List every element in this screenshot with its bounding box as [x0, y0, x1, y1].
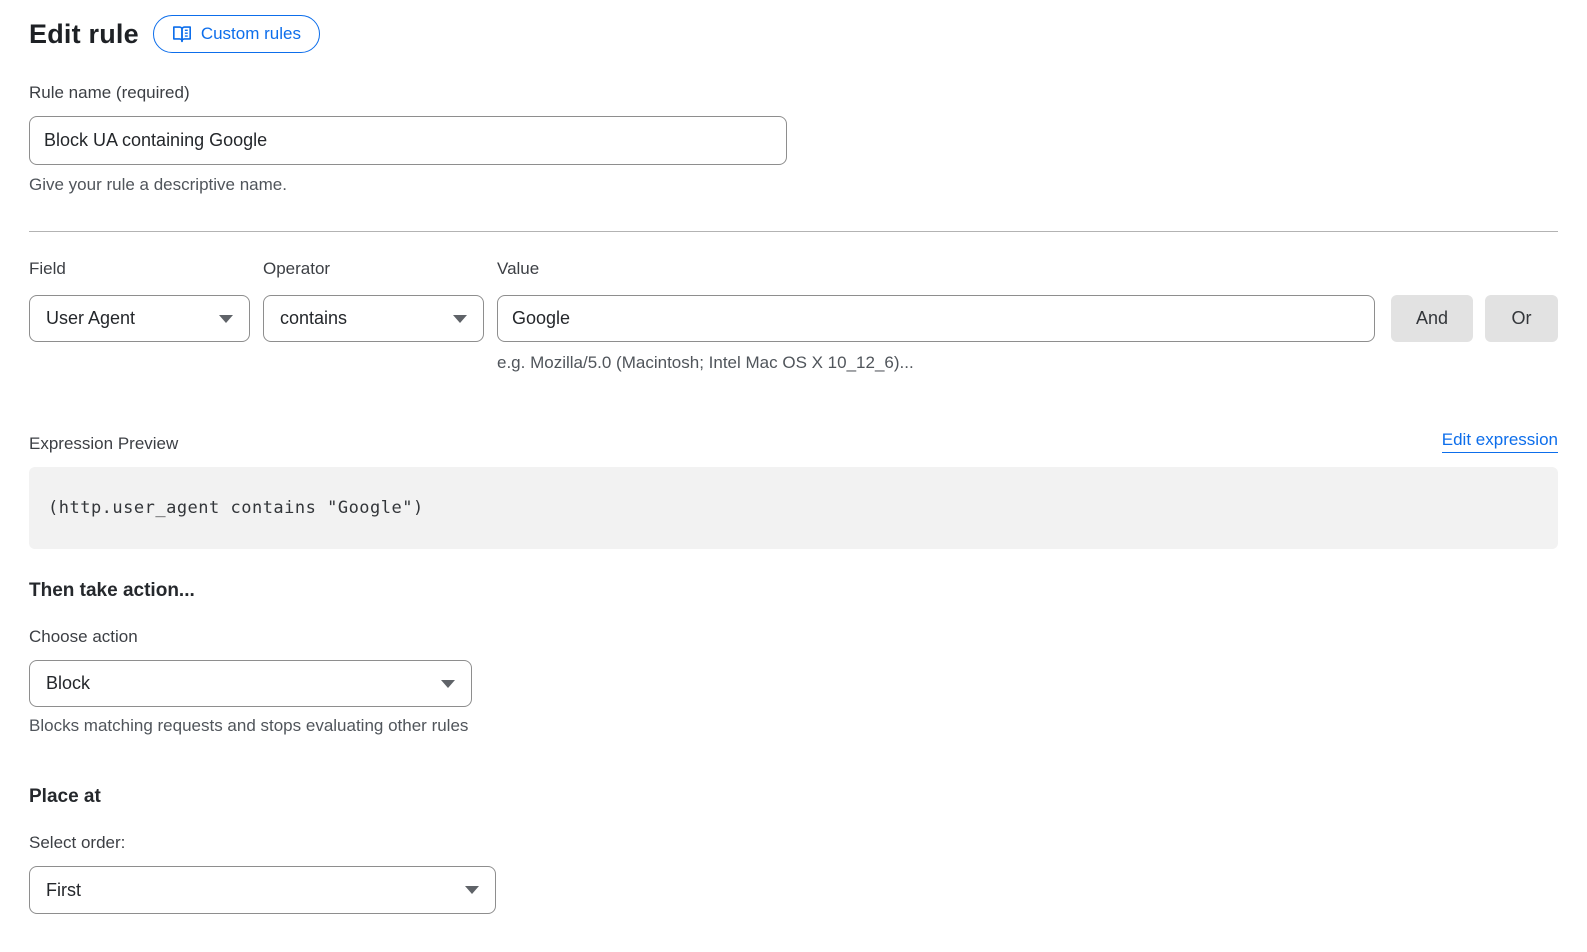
value-label: Value: [497, 259, 1375, 278]
action-help: Blocks matching requests and stops evalu…: [29, 716, 1558, 736]
action-select-value: Block: [46, 673, 90, 694]
expression-preview-header: Expression Preview Edit expression: [29, 430, 1558, 453]
chevron-down-icon: [219, 315, 233, 323]
custom-rules-badge[interactable]: Custom rules: [153, 15, 320, 53]
and-button[interactable]: And: [1391, 295, 1473, 342]
page-title: Edit rule: [29, 19, 139, 50]
field-label: Field: [29, 259, 250, 278]
custom-rules-badge-label: Custom rules: [201, 24, 301, 44]
edit-rule-page: Edit rule Custom rules Rule name (requir…: [0, 0, 1587, 952]
or-button[interactable]: Or: [1485, 295, 1558, 342]
expression-preview-code-block: (http.user_agent contains "Google"): [29, 467, 1558, 549]
field-select[interactable]: User Agent: [29, 295, 250, 342]
operator-label: Operator: [263, 259, 484, 278]
expression-builder-row: Field User Agent Operator contains Value…: [29, 259, 1558, 373]
chevron-down-icon: [465, 886, 479, 894]
edit-expression-link[interactable]: Edit expression: [1442, 430, 1558, 453]
rule-name-help: Give your rule a descriptive name.: [29, 175, 1558, 195]
order-select[interactable]: First: [29, 866, 496, 914]
rule-name-label: Rule name (required): [29, 83, 1558, 102]
chevron-down-icon: [441, 680, 455, 688]
operator-select[interactable]: contains: [263, 295, 484, 342]
action-select[interactable]: Block: [29, 660, 472, 707]
operator-select-value: contains: [280, 308, 347, 329]
rule-name-input[interactable]: [29, 116, 787, 165]
select-order-label: Select order:: [29, 833, 1558, 852]
action-section-heading: Then take action...: [29, 580, 1558, 602]
expression-preview-label: Expression Preview: [29, 434, 178, 453]
chevron-down-icon: [453, 315, 467, 323]
placement-section-heading: Place at: [29, 786, 1558, 808]
value-help: e.g. Mozilla/5.0 (Macintosh; Intel Mac O…: [497, 353, 1375, 373]
page-header: Edit rule Custom rules: [29, 14, 1558, 54]
choose-action-label: Choose action: [29, 627, 1558, 646]
book-icon: [172, 25, 192, 43]
value-input[interactable]: [497, 295, 1375, 342]
field-select-value: User Agent: [46, 308, 135, 329]
order-select-value: First: [46, 880, 81, 901]
expression-code: (http.user_agent contains "Google"): [48, 498, 424, 518]
section-divider: [29, 231, 1558, 232]
